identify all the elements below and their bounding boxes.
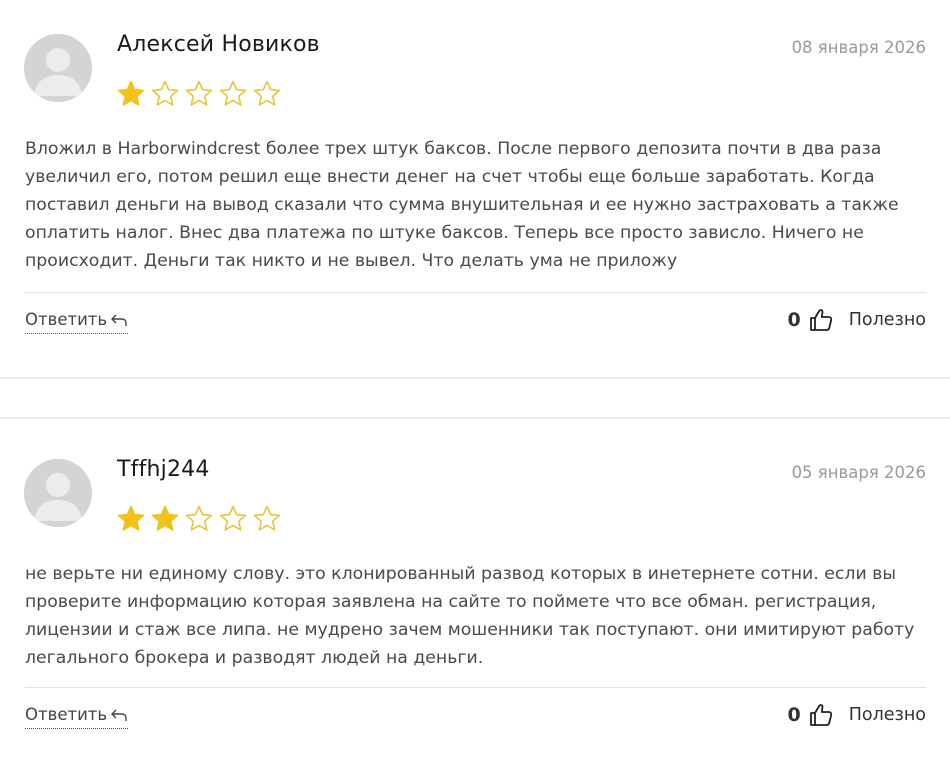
star-empty-icon bbox=[185, 80, 213, 106]
star-rating bbox=[116, 79, 282, 109]
review-date: 08 января 2026 bbox=[791, 38, 926, 57]
star-empty-icon bbox=[151, 80, 179, 106]
helpful-count: 0 bbox=[787, 704, 801, 726]
thumbs-up-icon[interactable] bbox=[809, 308, 833, 332]
review-date: 05 января 2026 bbox=[791, 463, 926, 482]
helpful-label[interactable]: Полезно bbox=[849, 310, 926, 330]
reply-arrow-icon bbox=[111, 314, 127, 326]
reply-button[interactable]: Ответить bbox=[25, 705, 129, 729]
helpful-control: 0 Полезно bbox=[787, 308, 926, 332]
star-rating bbox=[116, 504, 282, 534]
review-text: не верьте ни единому слову. это клониров… bbox=[25, 564, 915, 668]
review-author: Алексей Новиков bbox=[117, 32, 320, 57]
reply-label: Ответить bbox=[25, 310, 108, 329]
divider bbox=[25, 292, 926, 293]
avatar bbox=[24, 459, 92, 527]
helpful-count: 0 bbox=[787, 309, 801, 331]
star-filled-icon bbox=[117, 505, 145, 531]
star-empty-icon bbox=[253, 80, 281, 106]
review-text: Вложил в Harborwindcrest более трех штук… bbox=[25, 139, 899, 271]
review-author: Tffhj244 bbox=[117, 457, 210, 482]
star-filled-icon bbox=[117, 80, 145, 106]
user-placeholder-icon bbox=[24, 459, 92, 527]
reply-label: Ответить bbox=[25, 705, 108, 724]
star-empty-icon bbox=[253, 505, 281, 531]
section-separator bbox=[0, 377, 950, 419]
star-empty-icon bbox=[219, 505, 247, 531]
thumbs-up-icon[interactable] bbox=[809, 703, 833, 727]
star-empty-icon bbox=[185, 505, 213, 531]
avatar bbox=[24, 34, 92, 102]
reply-button[interactable]: Ответить bbox=[25, 310, 129, 334]
helpful-label[interactable]: Полезно bbox=[849, 705, 926, 725]
star-empty-icon bbox=[219, 80, 247, 106]
reply-arrow-icon bbox=[111, 709, 127, 721]
user-placeholder-icon bbox=[24, 34, 92, 102]
star-filled-icon bbox=[151, 505, 179, 531]
divider bbox=[25, 687, 926, 688]
helpful-control: 0 Полезно bbox=[787, 703, 926, 727]
